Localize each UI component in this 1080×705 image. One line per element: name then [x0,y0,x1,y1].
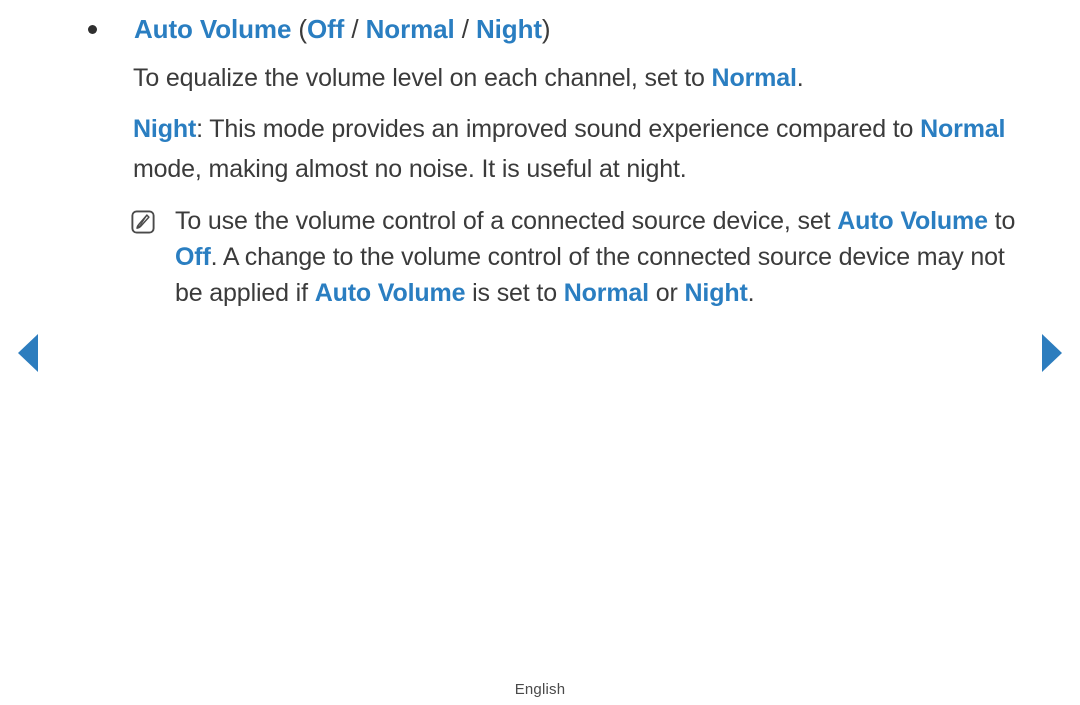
note-text-2: to [987,207,1016,235]
note-keyword-auto-volume-1: Auto Volume [837,207,988,235]
heading-bullet-row: Auto Volume (Off / Normal / Night) [88,8,1036,50]
chevron-left-icon [18,334,38,372]
paragraph-equalize-text-1: To equalize the volume level on each cha… [133,64,712,92]
paragraph-equalize: To equalize the volume level on each cha… [133,58,1036,98]
heading-open-paren: ( [291,14,307,44]
paragraph-equalize-keyword-normal: Normal [711,64,797,92]
heading-separator-1: / [344,14,366,44]
heading-option-off: Off [307,14,345,44]
next-page-arrow[interactable] [1032,333,1072,373]
note-pen-icon [131,208,155,234]
footer-language-label: English [514,681,566,698]
note-keyword-night: Night [684,279,748,307]
chevron-right-icon [1042,334,1062,372]
bullet-dot-icon [88,25,97,34]
content-column: Auto Volume (Off / Normal / Night) To eq… [88,8,1036,311]
note-keyword-off: Off [175,243,211,271]
heading-separator-2: / [454,14,476,44]
heading-option-night: Night [475,14,542,44]
paragraph-night-keyword-normal: Normal [920,115,1006,143]
note-text-5: or [648,279,685,307]
note-text-6: . [747,279,755,307]
paragraph-night-text-2: mode, making almost no noise. It is usef… [133,155,687,183]
heading-text: Auto Volume (Off / Normal / Night) [134,8,1036,50]
note-keyword-auto-volume-2: Auto Volume [314,279,466,307]
paragraph-night-description: Night: This mode provides an improved so… [133,109,1036,189]
note-keyword-normal: Normal [563,279,649,307]
paragraph-night-text-1: : This mode provides an improved sound e… [196,115,921,143]
note-block: To use the volume control of a connected… [131,203,1036,311]
heading-term: Auto Volume [134,14,292,44]
heading-close-paren: ) [541,14,551,44]
previous-page-arrow[interactable] [8,333,48,373]
ebook-page: Auto Volume (Off / Normal / Night) To eq… [0,0,1080,705]
heading-option-normal: Normal [365,14,455,44]
paragraph-night-keyword-night: Night [133,115,197,143]
note-text-4: is set to [465,279,564,307]
paragraph-equalize-text-2: . [796,64,804,92]
note-text-1: To use the volume control of a connected… [175,207,838,235]
